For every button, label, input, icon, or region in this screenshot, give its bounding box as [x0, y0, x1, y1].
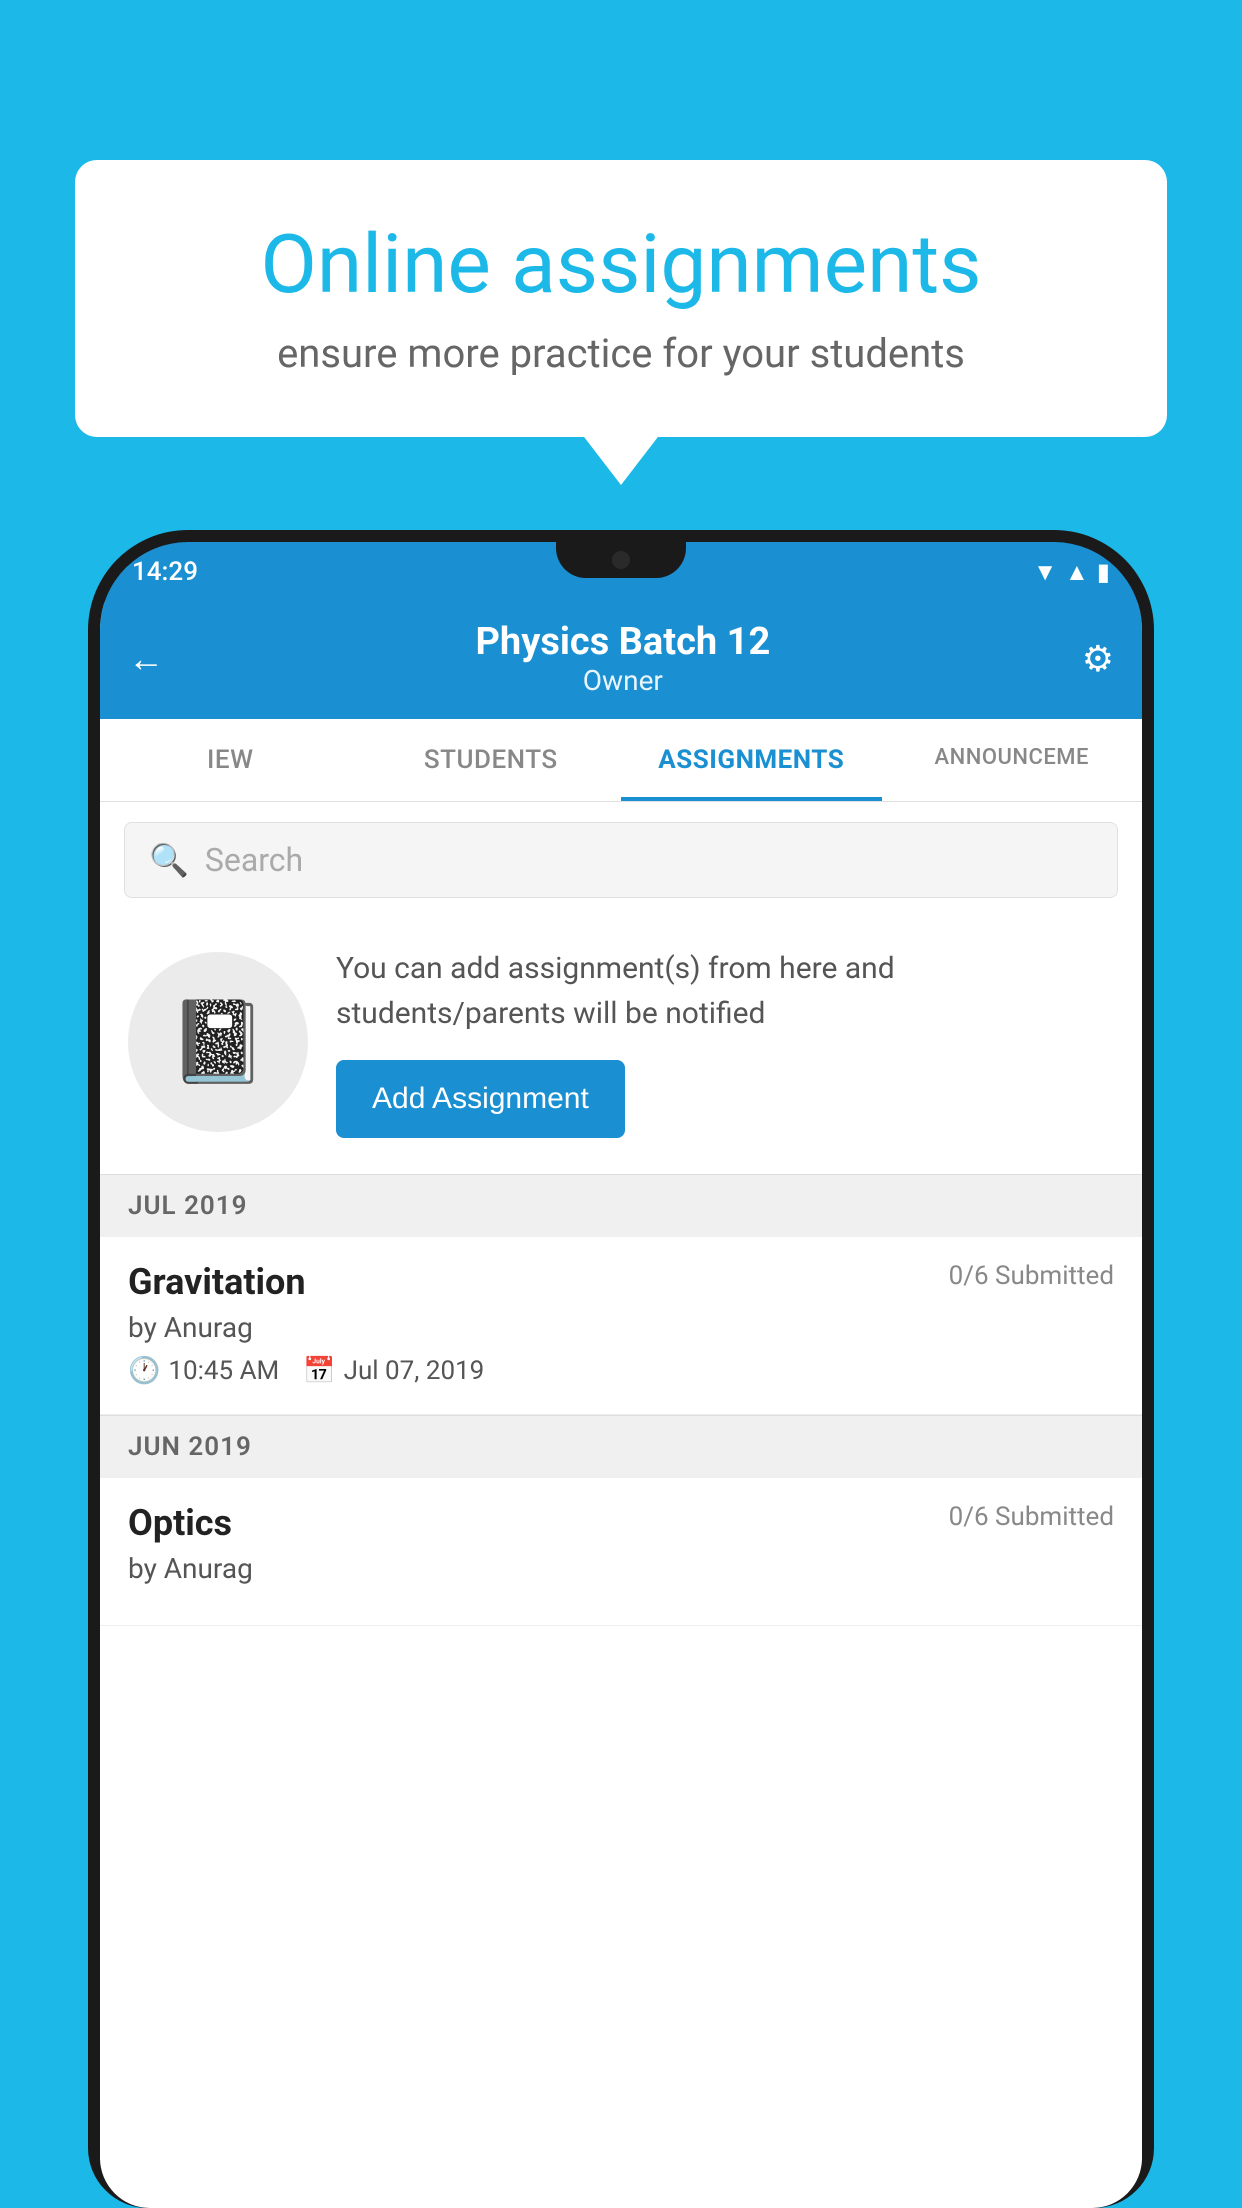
back-button[interactable]: ←: [128, 638, 164, 680]
front-camera: [612, 551, 630, 569]
info-text-area: You can add assignment(s) from here and …: [336, 946, 1114, 1138]
assignment-meta-gravitation: 🕐 10:45 AM 📅 Jul 07, 2019: [128, 1356, 1114, 1386]
assignment-title-gravitation: Gravitation: [128, 1261, 306, 1303]
settings-icon[interactable]: ⚙: [1082, 638, 1114, 680]
assignment-title-optics: Optics: [128, 1502, 232, 1544]
section-header-jul: JUL 2019: [100, 1174, 1142, 1237]
assignment-item-optics[interactable]: Optics 0/6 Submitted by Anurag: [100, 1478, 1142, 1626]
tab-iew[interactable]: IEW: [100, 719, 361, 801]
info-description: You can add assignment(s) from here and …: [336, 946, 1114, 1036]
status-time: 14:29: [132, 557, 198, 587]
header-title-area: Physics Batch 12 Owner: [164, 620, 1082, 697]
status-icons: ▼ ▲ ▮: [1033, 558, 1110, 587]
speech-bubble-subtitle: ensure more practice for your students: [145, 330, 1097, 377]
tab-students[interactable]: STUDENTS: [361, 719, 622, 801]
search-bar[interactable]: 🔍 Search: [124, 822, 1118, 898]
add-assignment-button[interactable]: Add Assignment: [336, 1060, 625, 1138]
tabs-container: IEW STUDENTS ASSIGNMENTS ANNOUNCEME: [100, 719, 1142, 802]
speech-bubble-container: Online assignments ensure more practice …: [75, 160, 1167, 437]
phone-inner: 14:29 ▼ ▲ ▮ ← Physics Batch 12 Owner ⚙ I…: [100, 542, 1142, 2208]
assignment-author-optics: by Anurag: [128, 1552, 1114, 1585]
assignment-submitted-optics: 0/6 Submitted: [949, 1502, 1114, 1532]
screen-content: ← Physics Batch 12 Owner ⚙ IEW STUDENTS …: [100, 602, 1142, 2208]
section-header-jun: JUN 2019: [100, 1415, 1142, 1478]
assignment-item-header-optics: Optics 0/6 Submitted: [128, 1502, 1114, 1544]
info-card: 📓 You can add assignment(s) from here an…: [100, 918, 1142, 1174]
tab-assignments[interactable]: ASSIGNMENTS: [621, 719, 882, 801]
battery-icon: ▮: [1097, 558, 1110, 586]
header-subtitle: Owner: [164, 664, 1082, 697]
phone-frame: 14:29 ▼ ▲ ▮ ← Physics Batch 12 Owner ⚙ I…: [88, 530, 1154, 2208]
assignment-time-gravitation: 10:45 AM: [168, 1356, 279, 1386]
tab-announcements[interactable]: ANNOUNCEME: [882, 719, 1143, 801]
header-title: Physics Batch 12: [164, 620, 1082, 664]
search-icon: 🔍: [149, 841, 189, 879]
assignment-author-gravitation: by Anurag: [128, 1311, 1114, 1344]
clock-icon: 🕐: [128, 1356, 160, 1386]
speech-bubble: Online assignments ensure more practice …: [75, 160, 1167, 437]
meta-time-gravitation: 🕐 10:45 AM: [128, 1356, 279, 1386]
search-container: 🔍 Search: [100, 802, 1142, 918]
speech-bubble-title: Online assignments: [145, 220, 1097, 310]
assignment-item-header: Gravitation 0/6 Submitted: [128, 1261, 1114, 1303]
app-header: ← Physics Batch 12 Owner ⚙: [100, 602, 1142, 719]
notebook-icon: 📓: [168, 995, 268, 1089]
assignment-icon-circle: 📓: [128, 952, 308, 1132]
assignment-item-gravitation[interactable]: Gravitation 0/6 Submitted by Anurag 🕐 10…: [100, 1237, 1142, 1415]
phone-notch: [556, 542, 686, 578]
wifi-icon: ▼: [1033, 558, 1057, 587]
calendar-icon: 📅: [303, 1356, 335, 1386]
assignment-submitted-gravitation: 0/6 Submitted: [949, 1261, 1114, 1291]
meta-date-gravitation: 📅 Jul 07, 2019: [303, 1356, 484, 1386]
assignment-date-gravitation: Jul 07, 2019: [344, 1356, 485, 1386]
signal-icon: ▲: [1065, 558, 1089, 587]
search-placeholder: Search: [205, 841, 303, 879]
